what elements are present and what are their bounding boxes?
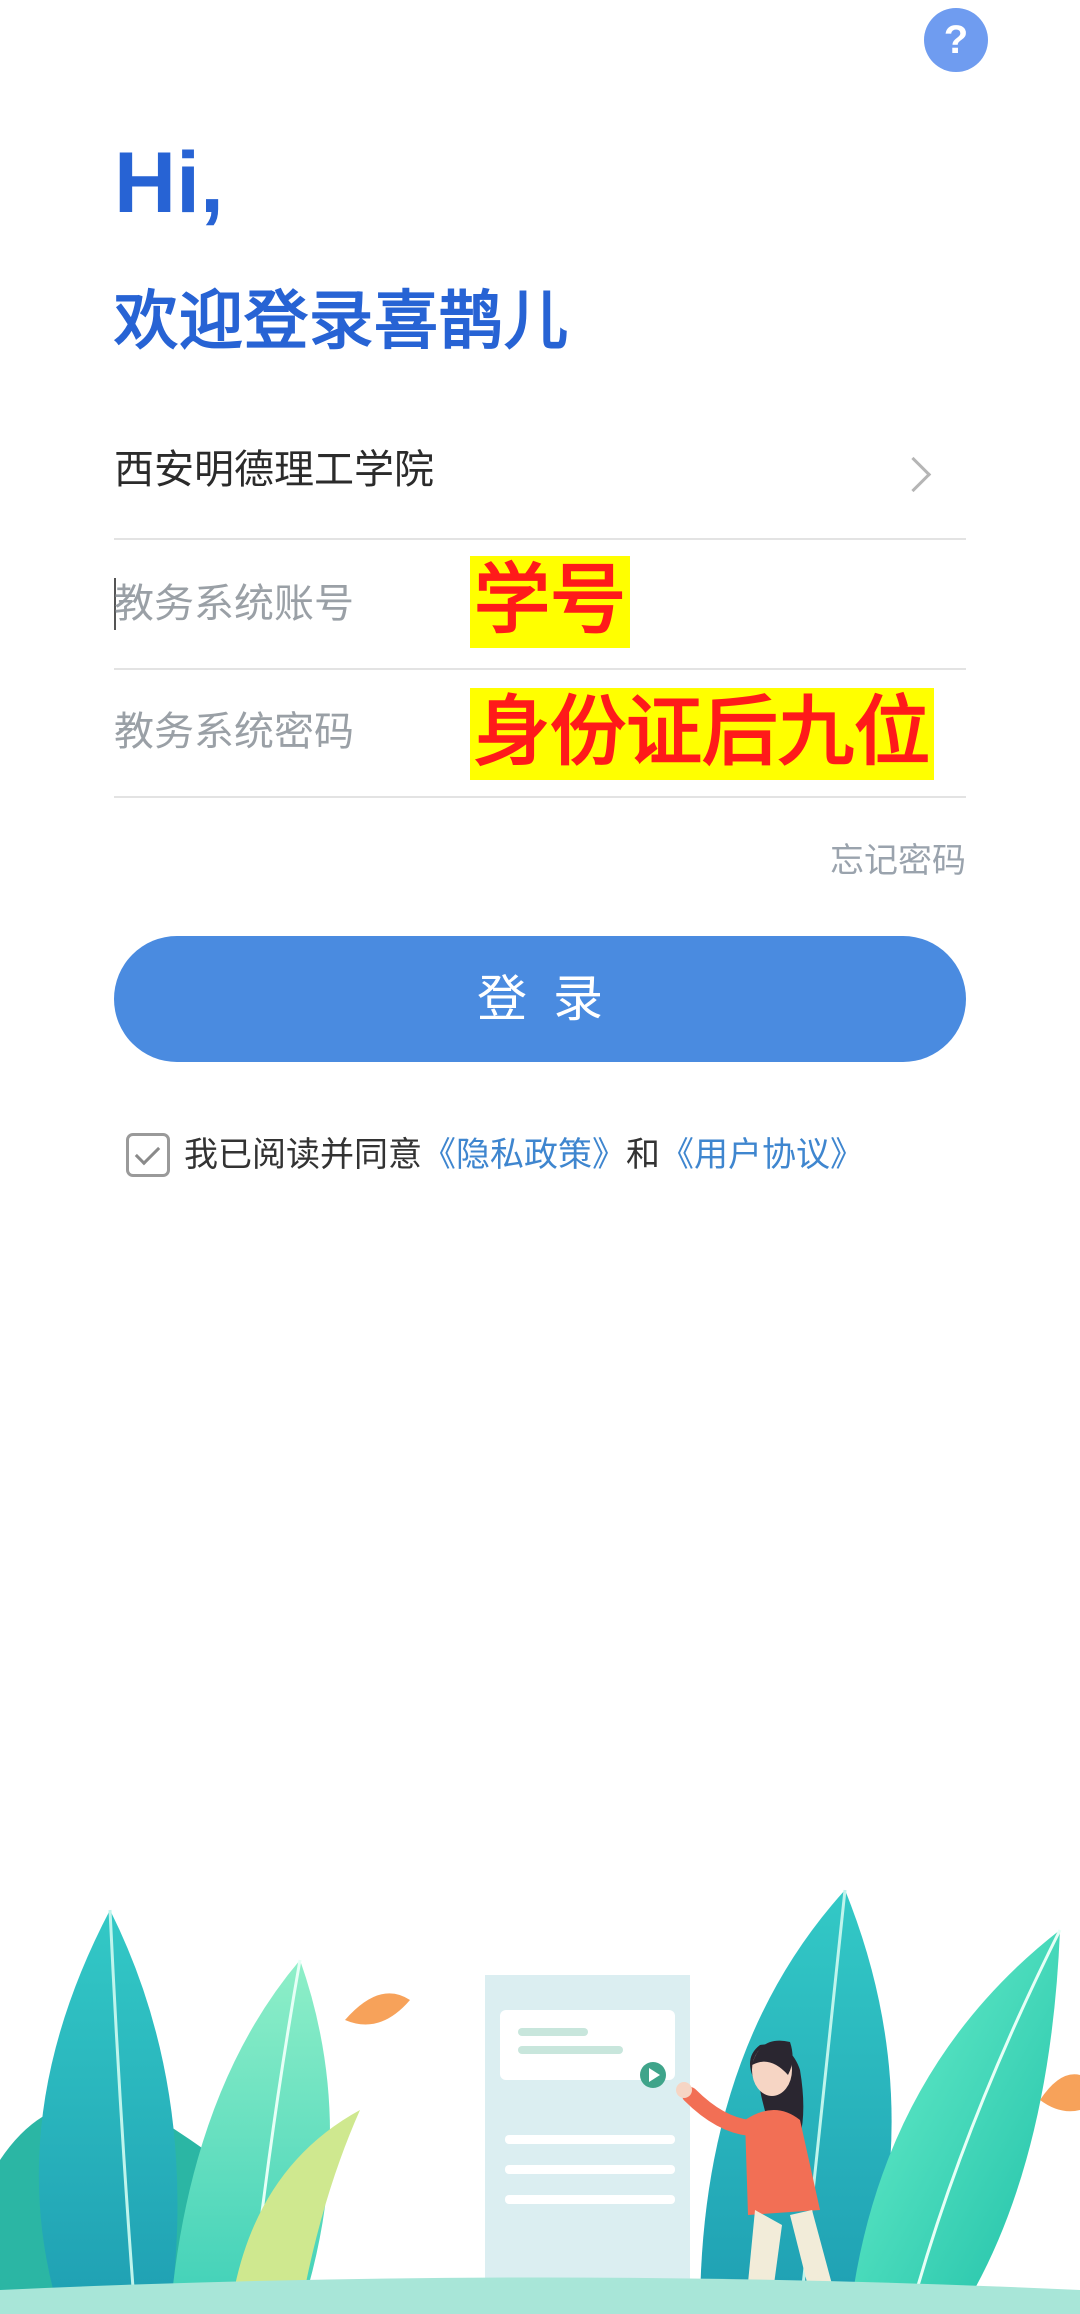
password-row: 身份证后九位 [114, 668, 966, 798]
login-button[interactable]: 登录 [114, 936, 966, 1062]
user-agreement-link[interactable]: 《用户协议》 [660, 1138, 864, 1172]
agreement-and: 和 [626, 1135, 660, 1175]
school-name: 西安明德理工学院 [114, 447, 434, 493]
login-illustration [0, 1889, 1080, 2314]
account-input[interactable] [114, 574, 434, 634]
account-annotation: 学号 [470, 556, 630, 648]
privacy-policy-link[interactable]: 《隐私政策》 [422, 1138, 626, 1172]
help-icon[interactable]: ? [924, 8, 988, 72]
account-row: 学号 [114, 540, 966, 670]
password-annotation: 身份证后九位 [470, 688, 934, 780]
password-input[interactable] [114, 702, 434, 762]
greeting-hi: Hi, [114, 135, 224, 231]
school-selector[interactable]: 西安明德理工学院 [114, 410, 966, 540]
forgot-password-link[interactable]: 忘记密码 [830, 844, 966, 878]
agreement-checkbox[interactable] [126, 1133, 170, 1177]
chevron-right-icon [895, 456, 932, 493]
welcome-title: 欢迎登录喜鹊儿 [114, 285, 569, 359]
agreement-row: 我已阅读并同意 《隐私政策》 和 《用户协议》 [126, 1130, 864, 1180]
agreement-prefix: 我已阅读并同意 [184, 1135, 422, 1175]
